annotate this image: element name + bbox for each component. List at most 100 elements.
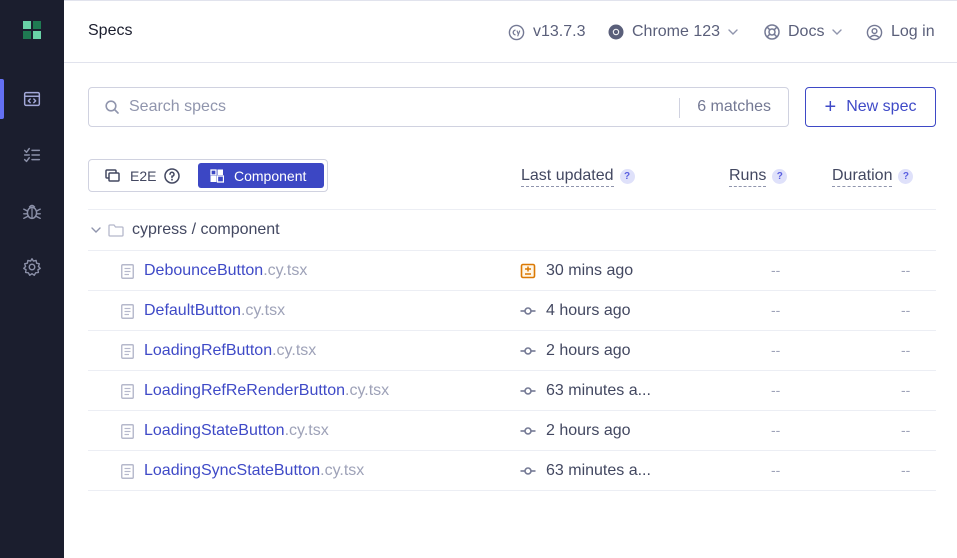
chevron-down-icon	[728, 29, 738, 35]
folder-icon	[108, 223, 124, 237]
spec-extension: .cy.tsx	[284, 422, 329, 439]
spec-row[interactable]: DebounceButton.cy.tsx 30 mins ago -- --	[88, 251, 936, 291]
user-icon	[866, 24, 883, 40]
browser-label: Chrome 123	[632, 23, 721, 40]
duration-label: Duration	[832, 166, 893, 187]
sidebar-item-runs[interactable]	[0, 135, 64, 175]
divider	[88, 209, 936, 210]
commit-icon	[520, 423, 536, 444]
sidebar-item-settings[interactable]	[0, 247, 64, 287]
new-spec-label: New spec	[846, 98, 917, 115]
column-header-duration[interactable]: Duration ?	[832, 166, 914, 187]
docs-menu[interactable]: Docs	[764, 21, 843, 43]
version-label: v13.7.3	[533, 23, 586, 40]
spec-row[interactable]: DefaultButton.cy.tsx 4 hours ago -- --	[88, 291, 936, 331]
last-updated: 2 hours ago	[546, 422, 631, 439]
testing-type-toggle: E2E Component	[88, 159, 328, 192]
login-label: Log in	[891, 23, 935, 40]
runs-value: --	[771, 382, 781, 398]
sidebar	[0, 0, 64, 558]
settings-icon	[23, 258, 41, 276]
component-label: Component	[234, 167, 307, 184]
spec-basename: LoadingSyncStateButton	[144, 462, 321, 479]
column-header-runs[interactable]: Runs ?	[729, 166, 788, 187]
spec-basename: LoadingStateButton	[144, 422, 285, 439]
sidebar-item-specs[interactable]	[0, 79, 64, 119]
last-updated: 63 minutes a...	[546, 462, 651, 479]
divider	[88, 490, 936, 491]
duration-value: --	[901, 382, 911, 398]
spec-extension: .cy.tsx	[272, 342, 317, 359]
commit-icon	[520, 343, 536, 364]
spec-extension: .cy.tsx	[320, 462, 365, 479]
spec-row[interactable]: LoadingRefReRenderButton.cy.tsx 63 minut…	[88, 371, 936, 411]
specs-icon	[23, 91, 41, 107]
spec-row[interactable]: LoadingSyncStateButton.cy.tsx 63 minutes…	[88, 451, 936, 491]
last-updated: 4 hours ago	[546, 302, 631, 319]
commit-icon	[520, 463, 536, 484]
duration-value: --	[901, 462, 911, 478]
folder-row[interactable]: cypress / component	[88, 211, 936, 249]
component-tab[interactable]: Component	[198, 163, 324, 188]
spec-basename: DefaultButton	[144, 302, 241, 319]
spec-name[interactable]: LoadingRefReRenderButton.cy.tsx	[144, 382, 389, 400]
spec-basename: LoadingRefButton	[144, 342, 273, 359]
document-icon	[121, 464, 134, 479]
match-count: 6 matches	[697, 98, 771, 115]
search-input[interactable]	[129, 96, 669, 118]
runs-value: --	[771, 262, 781, 278]
spec-name[interactable]: DebounceButton.cy.tsx	[144, 262, 307, 280]
version-button[interactable]: v13.7.3	[508, 21, 585, 43]
folder-path: cypress / component	[132, 221, 280, 238]
document-icon	[121, 384, 134, 399]
document-icon	[121, 424, 134, 439]
chevron-down-icon	[91, 227, 101, 233]
spec-extension: .cy.tsx	[263, 262, 308, 279]
document-icon	[121, 264, 134, 279]
spec-name[interactable]: LoadingRefButton.cy.tsx	[144, 342, 316, 360]
login-button[interactable]: Log in	[866, 21, 935, 43]
top-bar: Specs v13.7.3 Chrome 123 Docs Log in	[64, 0, 957, 63]
spec-extension: .cy.tsx	[240, 302, 286, 319]
duration-value: --	[901, 422, 911, 438]
spec-extension: .cy.tsx	[345, 382, 390, 399]
chrome-icon	[608, 24, 624, 40]
spec-basename: LoadingRefReRenderButton	[144, 382, 346, 399]
browser-selector[interactable]: Chrome 123	[608, 21, 738, 43]
last-updated: 2 hours ago	[546, 342, 631, 359]
help-icon[interactable]	[164, 167, 181, 184]
help-icon[interactable]: ?	[772, 169, 788, 184]
spec-row[interactable]: LoadingRefButton.cy.tsx 2 hours ago -- -…	[88, 331, 936, 371]
component-icon	[210, 168, 224, 183]
spec-row[interactable]: LoadingStateButton.cy.tsx 2 hours ago --…	[88, 411, 936, 451]
runs-value: --	[771, 422, 781, 438]
help-icon[interactable]: ?	[898, 169, 914, 184]
runs-value: --	[771, 462, 781, 478]
cypress-logo[interactable]	[23, 21, 41, 39]
document-icon	[121, 344, 134, 359]
help-icon[interactable]: ?	[619, 169, 635, 184]
spec-name[interactable]: LoadingStateButton.cy.tsx	[144, 422, 329, 440]
runs-label: Runs	[729, 166, 767, 187]
duration-value: --	[901, 262, 911, 278]
lifebuoy-icon	[764, 24, 780, 40]
spec-name[interactable]: DefaultButton.cy.tsx	[144, 302, 285, 320]
sidebar-item-debug[interactable]	[0, 191, 64, 231]
commit-icon	[520, 383, 536, 404]
e2e-label: E2E	[130, 167, 157, 184]
duration-value: --	[901, 342, 911, 358]
runs-value: --	[771, 302, 781, 318]
e2e-icon	[105, 169, 120, 182]
column-header-last-updated[interactable]: Last updated ?	[521, 166, 635, 187]
new-spec-button[interactable]: + New spec	[805, 87, 936, 127]
last-updated-label: Last updated	[521, 166, 614, 187]
runs-icon	[23, 147, 41, 163]
spec-name[interactable]: LoadingSyncStateButton.cy.tsx	[144, 462, 364, 480]
cypress-version-icon	[508, 24, 525, 40]
modified-file-icon	[520, 263, 536, 284]
e2e-tab[interactable]: E2E	[93, 163, 198, 188]
spec-basename: DebounceButton	[144, 262, 264, 279]
search-icon	[105, 100, 119, 114]
page-title: Specs	[88, 22, 133, 39]
duration-value: --	[901, 302, 911, 318]
